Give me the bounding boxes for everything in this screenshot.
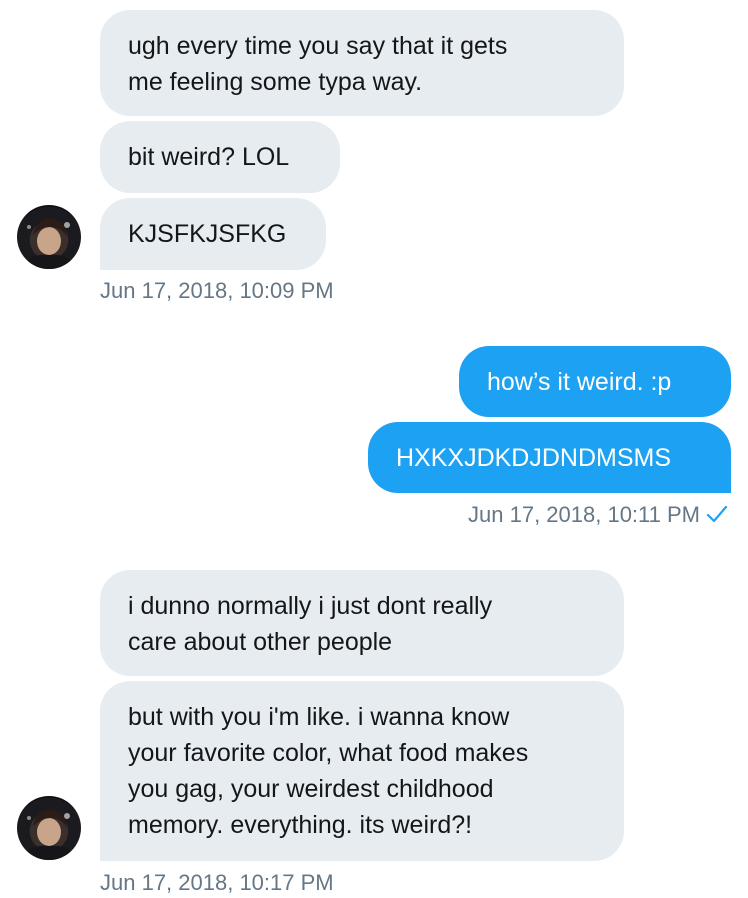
message-timestamp: Jun 17, 2018, 10:17 PM [100, 870, 334, 895]
outgoing-message[interactable]: HXKXJDKDJDNDMSMS [368, 422, 731, 493]
incoming-message[interactable]: bit weird? LOL [100, 121, 340, 193]
incoming-message[interactable]: i dunno normally i just dont really care… [100, 570, 624, 676]
avatar-image [23, 218, 75, 269]
outgoing-message[interactable]: how’s it weird. :p [459, 346, 731, 417]
incoming-message[interactable]: but with you i'm like. i wanna know your… [100, 681, 624, 861]
message-timestamp: Jun 17, 2018, 10:09 PM [100, 278, 334, 303]
message-timestamp: Jun 17, 2018, 10:11 PM [468, 502, 700, 527]
avatar-image [23, 809, 75, 860]
user-avatar[interactable] [17, 205, 81, 269]
checkmark-icon [706, 504, 728, 530]
user-avatar[interactable] [17, 796, 81, 860]
incoming-message[interactable]: ugh every time you say that it gets me f… [100, 10, 624, 116]
message-timestamp-row: Jun 17, 2018, 10:11 PM [468, 502, 728, 530]
incoming-message[interactable]: KJSFKJSFKG [100, 198, 326, 270]
